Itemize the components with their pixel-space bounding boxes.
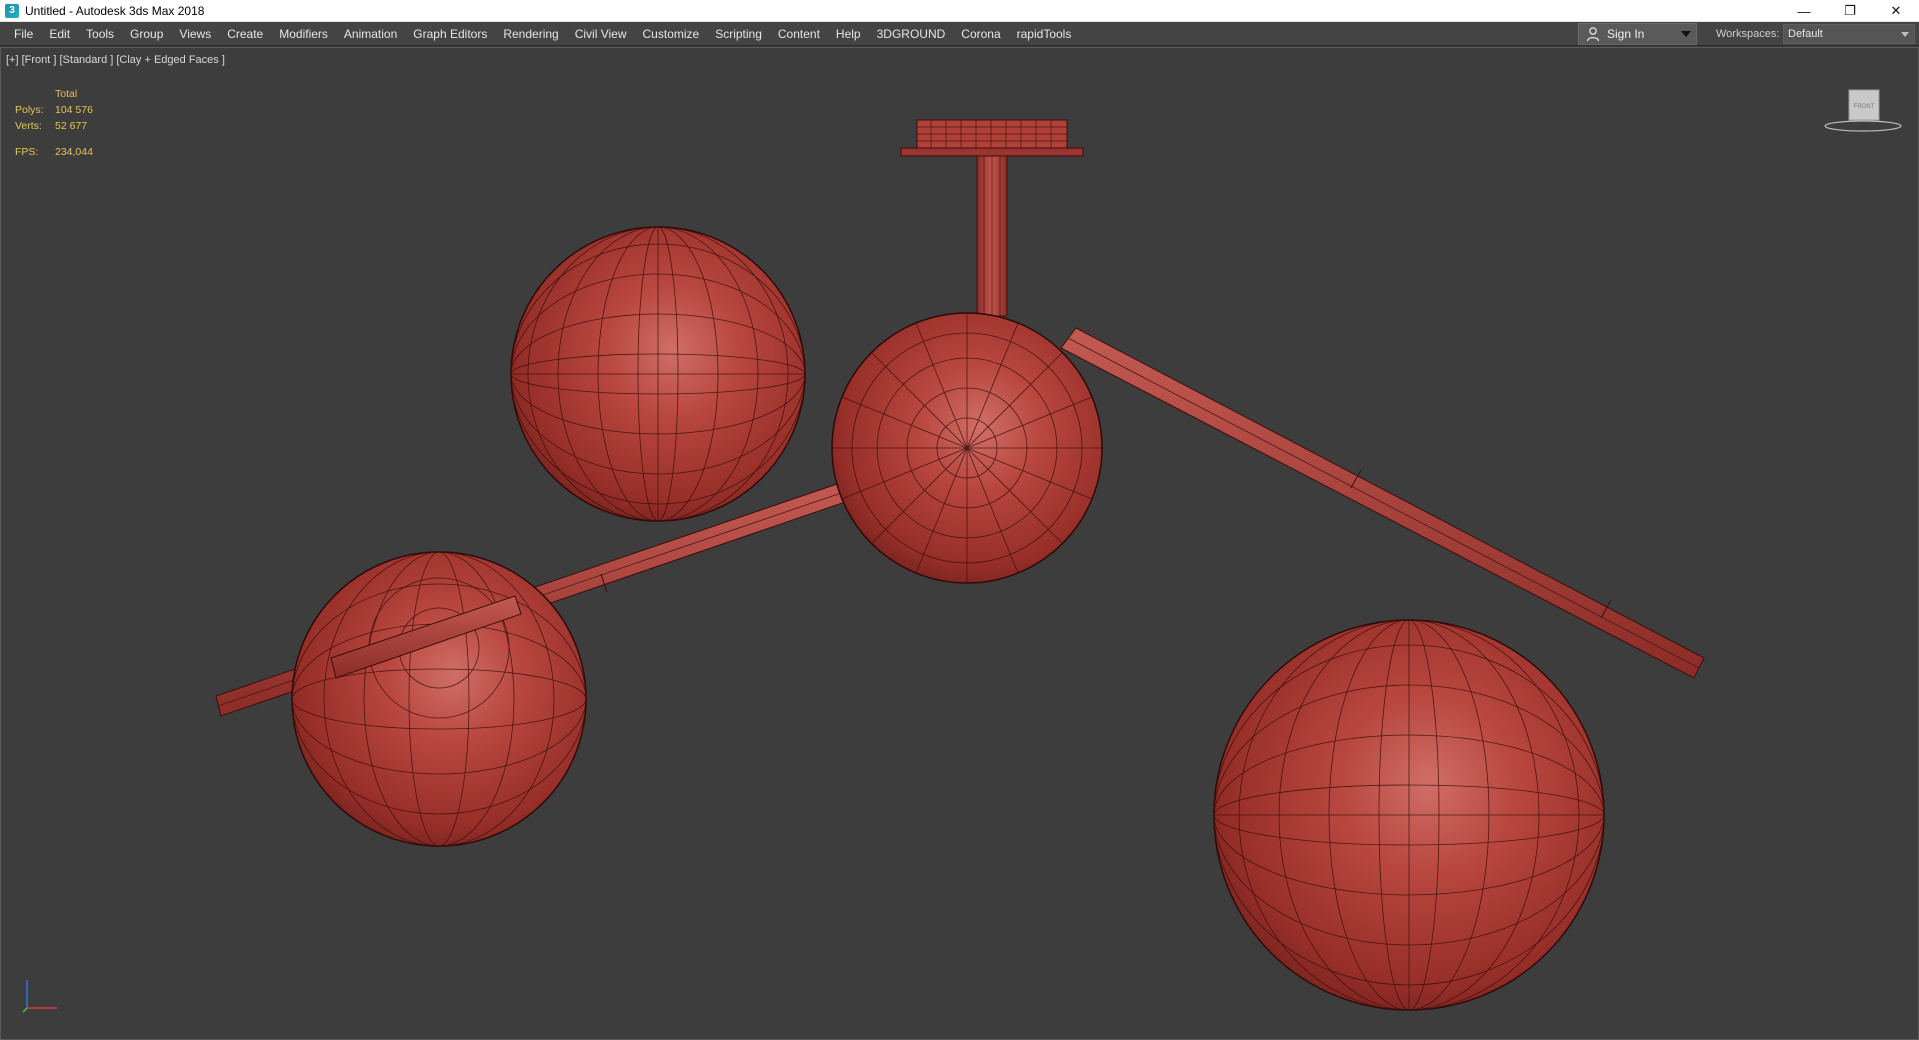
menu-create[interactable]: Create bbox=[219, 22, 271, 46]
sphere-center[interactable] bbox=[831, 312, 1103, 584]
user-icon bbox=[1586, 27, 1600, 42]
restore-button[interactable]: ❐ bbox=[1827, 0, 1873, 22]
window-title: Untitled - Autodesk 3ds Max 2018 bbox=[25, 3, 205, 18]
menu-scripting[interactable]: Scripting bbox=[707, 22, 770, 46]
menu-graph-editors[interactable]: Graph Editors bbox=[405, 22, 495, 46]
3dsmax-logo-icon[interactable]: 3 bbox=[5, 3, 19, 18]
menu-customize[interactable]: Customize bbox=[635, 22, 708, 46]
menu-views[interactable]: Views bbox=[171, 22, 219, 46]
chevron-down-icon[interactable] bbox=[1681, 31, 1691, 37]
minimize-button[interactable]: — bbox=[1781, 0, 1827, 22]
menu-edit[interactable]: Edit bbox=[41, 22, 78, 46]
scene-model[interactable] bbox=[1, 48, 1918, 1039]
menu-rendering[interactable]: Rendering bbox=[495, 22, 566, 46]
app-window: 3 Untitled - Autodesk 3ds Max 2018 — ❐ ✕… bbox=[0, 0, 1919, 1040]
menu-modifiers[interactable]: Modifiers bbox=[271, 22, 336, 46]
sign-in-button[interactable]: Sign In bbox=[1578, 23, 1697, 45]
menu-animation[interactable]: Animation bbox=[336, 22, 405, 46]
sphere-bottom-left[interactable] bbox=[291, 551, 587, 847]
workspaces-dropdown[interactable]: Default bbox=[1783, 24, 1915, 44]
close-button[interactable]: ✕ bbox=[1873, 0, 1919, 22]
menu-items: File Edit Tools Group Views Create Modif… bbox=[0, 22, 1079, 46]
menu-civil-view[interactable]: Civil View bbox=[567, 22, 635, 46]
viewcube-label: FRONT bbox=[1854, 104, 1875, 110]
menu-tools[interactable]: Tools bbox=[78, 22, 122, 46]
ceiling-mount[interactable] bbox=[900, 119, 1084, 317]
viewport-front[interactable]: [+] [Front ] [Standard ] [Clay + Edged F… bbox=[0, 47, 1919, 1040]
menu-help[interactable]: Help bbox=[828, 22, 869, 46]
title-bar: 3 Untitled - Autodesk 3ds Max 2018 — ❐ ✕ bbox=[0, 0, 1919, 22]
menu-content[interactable]: Content bbox=[770, 22, 828, 46]
menu-file[interactable]: File bbox=[6, 22, 41, 46]
workspaces-selected: Default bbox=[1788, 28, 1823, 40]
sphere-bottom-right[interactable] bbox=[1213, 619, 1605, 1011]
window-controls: — ❐ ✕ bbox=[1781, 0, 1919, 22]
viewcube[interactable]: FRONT bbox=[1823, 86, 1903, 136]
workspaces-label: Workspaces: bbox=[1716, 28, 1780, 40]
axis-tripod-icon bbox=[22, 980, 57, 1013]
sphere-top-left[interactable] bbox=[510, 226, 806, 522]
menu-3dground[interactable]: 3DGROUND bbox=[869, 22, 954, 46]
menu-bar: File Edit Tools Group Views Create Modif… bbox=[0, 22, 1919, 46]
menu-group[interactable]: Group bbox=[122, 22, 171, 46]
sign-in-label: Sign In bbox=[1607, 27, 1645, 41]
menu-corona[interactable]: Corona bbox=[953, 22, 1008, 46]
chevron-down-icon bbox=[1901, 32, 1909, 37]
menu-rapidtools[interactable]: rapidTools bbox=[1009, 22, 1080, 46]
